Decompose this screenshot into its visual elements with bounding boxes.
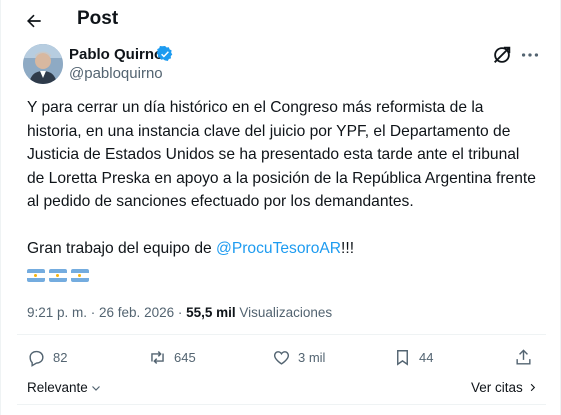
bookmark-count: 44 bbox=[419, 350, 434, 365]
views-count: 55,5 mil bbox=[186, 305, 236, 320]
views-label: Visualizaciones bbox=[235, 305, 333, 320]
avatar[interactable] bbox=[23, 44, 63, 84]
page-title: Post bbox=[77, 8, 119, 29]
grok-icon[interactable] bbox=[491, 44, 513, 66]
tweet-line: Justicia de Estados Unidos se ha present… bbox=[27, 146, 520, 163]
post-timestamp[interactable]: 9:21 p. m. · 26 feb. 2026 · bbox=[27, 305, 186, 320]
chevron-right-icon bbox=[530, 383, 535, 392]
argentina-flag-icon bbox=[49, 269, 67, 282]
author-name[interactable]: Pablo Quirno bbox=[69, 46, 163, 63]
divider bbox=[17, 404, 546, 405]
reply-button[interactable]: 82 bbox=[27, 348, 67, 367]
share-button[interactable] bbox=[514, 348, 533, 367]
divider bbox=[17, 334, 546, 335]
tweet-line: al pedido de sanciones efectuado por los… bbox=[27, 193, 414, 210]
tweet-closing: Gran trabajo del equipo de @ProcuTesoroA… bbox=[27, 237, 537, 261]
like-icon bbox=[273, 351, 290, 365]
post-header: Post bbox=[1, 0, 560, 40]
tweet-line: Y para cerrar un día histórico en el Con… bbox=[27, 99, 484, 116]
replies-sort-label: Relevante bbox=[27, 380, 88, 395]
closing-text: Gran trabajo del equipo de bbox=[27, 240, 216, 257]
tweet-line: de Loretta Preska en apoyo a la posición… bbox=[27, 169, 536, 187]
replies-sort-dropdown[interactable]: Relevante bbox=[27, 380, 102, 395]
verified-badge-icon bbox=[156, 46, 173, 61]
reply-icon bbox=[29, 350, 44, 367]
more-icon[interactable] bbox=[519, 44, 541, 66]
view-quotes-label: Ver citas bbox=[471, 380, 523, 395]
author-handle[interactable]: @pabloquirno bbox=[69, 65, 163, 82]
reply-count: 82 bbox=[53, 350, 68, 365]
share-icon bbox=[516, 349, 531, 365]
mention-link[interactable]: @ProcuTesoroAR bbox=[216, 240, 341, 257]
back-button[interactable] bbox=[19, 6, 49, 36]
post-meta: 9:21 p. m. · 26 feb. 2026 · 55,5 mil Vis… bbox=[27, 305, 332, 320]
like-count: 3 mil bbox=[298, 350, 326, 365]
repost-icon bbox=[151, 351, 164, 364]
argentina-flag-icon bbox=[71, 269, 89, 282]
tweet-line: historia, en una instancia clave del jui… bbox=[27, 122, 511, 140]
repost-count: 645 bbox=[174, 350, 196, 365]
chevron-down-icon bbox=[91, 385, 100, 391]
repost-button[interactable]: 645 bbox=[148, 348, 196, 367]
closing-exclamation: !!! bbox=[341, 240, 355, 257]
post-page: Post Pablo Quirno @pabloquirno Y para ce… bbox=[0, 0, 561, 415]
like-button[interactable]: 3 mil bbox=[272, 348, 325, 367]
flag-emojis bbox=[27, 269, 89, 282]
argentina-flag-icon bbox=[27, 269, 45, 282]
view-quotes-link[interactable]: Ver citas bbox=[471, 380, 538, 395]
back-arrow-icon bbox=[27, 14, 41, 28]
action-bar: 82 645 3 mil 44 bbox=[27, 348, 542, 370]
bookmark-icon bbox=[397, 350, 408, 366]
tweet-text: Y para cerrar un día histórico en el Con… bbox=[27, 96, 537, 261]
bookmark-button[interactable]: 44 bbox=[393, 348, 433, 367]
